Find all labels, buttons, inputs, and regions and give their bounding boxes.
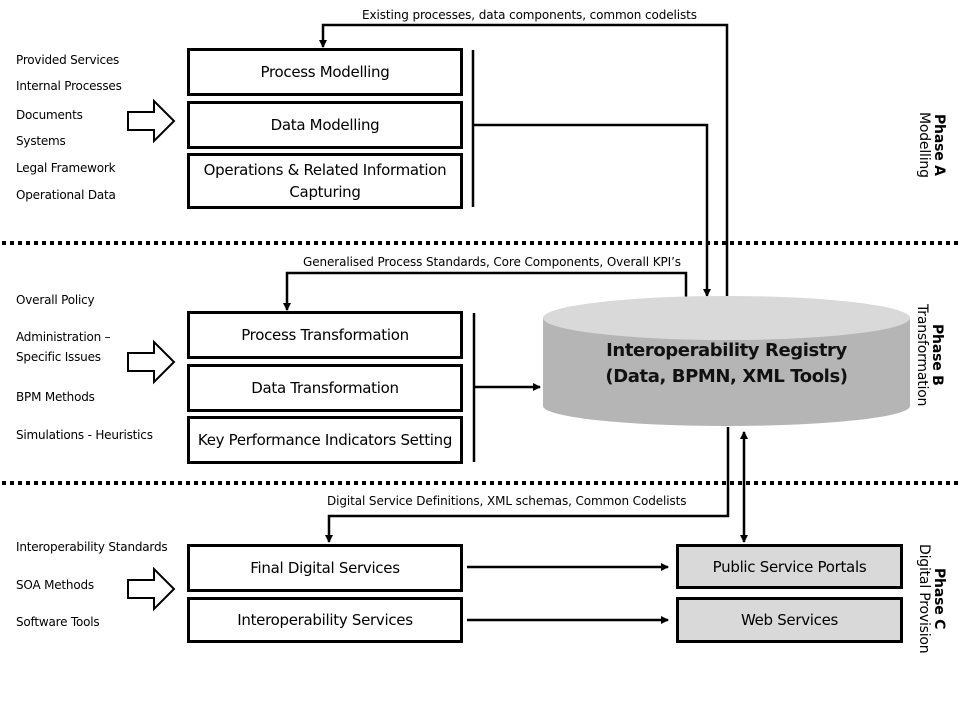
registry-title: Interoperability Registry: [606, 340, 847, 361]
operations-capturing-box: Operations & Related Information Capturi…: [187, 153, 463, 209]
phase-b-input: Simulations - Heuristics: [16, 428, 153, 442]
registry-subtitle: (Data, BPMN, XML Tools): [605, 366, 848, 387]
phase-b-label: Phase B Transformation: [914, 290, 945, 420]
feedback-label-phase-a: Existing processes, data components, com…: [362, 8, 697, 22]
phase-c-subtitle: Digital Provision: [916, 544, 932, 654]
interoperability-services-box: Interoperability Services: [187, 597, 463, 643]
phase-a-input: Provided Services: [16, 53, 120, 67]
phase-c-input: Software Tools: [16, 615, 100, 629]
input-arrow-phase-b: [127, 339, 176, 385]
input-arrow-phase-a: [127, 98, 176, 144]
final-digital-services-box: Final Digital Services: [187, 544, 463, 592]
phase-a-subtitle: Modelling: [916, 112, 932, 178]
phase-a-title: Phase A: [931, 114, 947, 176]
public-service-portals-box: Public Service Portals: [676, 544, 903, 589]
arrow-phase-a-to-registry: [473, 123, 711, 297]
phase-c-label: Phase C Digital Provision: [916, 533, 947, 665]
phase-a-input: Operational Data: [16, 188, 116, 202]
phase-c-title: Phase C: [931, 568, 947, 630]
feedback-label-phase-c: Digital Service Definitions, XML schemas…: [327, 494, 687, 508]
phase-a-input: Internal Processes: [16, 79, 122, 93]
kpi-setting-box: Key Performance Indicators Setting: [187, 416, 463, 464]
process-transformation-box: Process Transformation: [187, 311, 463, 359]
interoperability-registry: Interoperability Registry (Data, BPMN, X…: [543, 338, 910, 390]
phase-a-input: Systems: [16, 134, 66, 148]
phase-a-input: Documents: [16, 108, 83, 122]
phase-b-title: Phase B: [929, 324, 945, 386]
data-modelling-box: Data Modelling: [187, 101, 463, 149]
input-arrow-phase-c: [127, 566, 176, 612]
web-services-box: Web Services: [676, 597, 903, 643]
phase-b-input: Overall Policy: [16, 293, 95, 307]
phase-c-input: Interoperability Standards: [16, 540, 168, 554]
phase-a-input: Legal Framework: [16, 161, 116, 175]
phase-b-input: BPM Methods: [16, 390, 95, 404]
feedback-label-phase-b: Generalised Process Standards, Core Comp…: [303, 255, 681, 269]
phase-b-input: Specific Issues: [16, 350, 101, 364]
phase-c-input: SOA Methods: [16, 578, 94, 592]
process-modelling-box: Process Modelling: [187, 48, 463, 96]
phase-b-subtitle: Transformation: [914, 303, 930, 407]
phase-b-input: Administration –: [16, 330, 111, 344]
data-transformation-box: Data Transformation: [187, 364, 463, 412]
phase-a-label: Phase A Modelling: [916, 100, 947, 190]
